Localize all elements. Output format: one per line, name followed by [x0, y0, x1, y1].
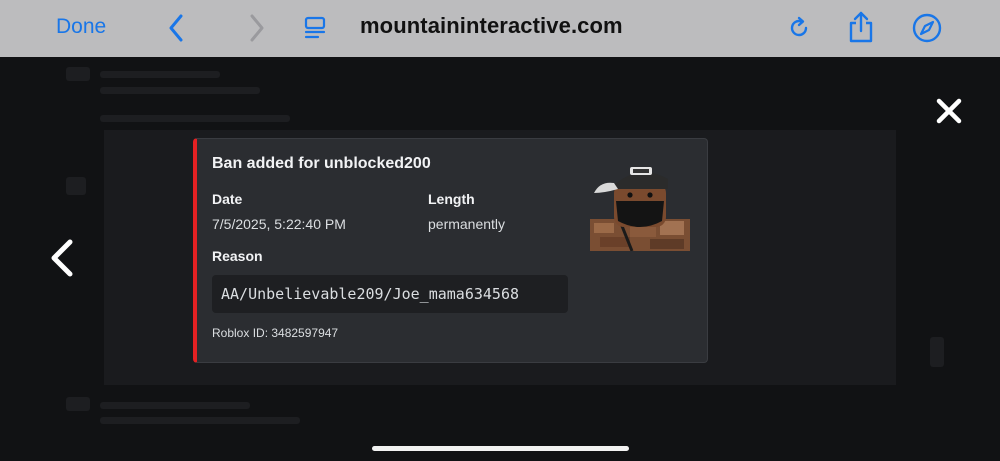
chevron-left-icon [169, 14, 183, 42]
address-bar-url[interactable]: mountaininteractive.com [360, 13, 623, 39]
roblox-avatar-thumbnail[interactable] [590, 159, 690, 251]
embed-footer: Roblox ID: 3482597947 [212, 326, 339, 340]
back-button[interactable] [164, 13, 188, 43]
date-field-name: Date [212, 191, 243, 207]
reload-icon [790, 16, 808, 37]
share-icon [849, 11, 873, 43]
length-field-name: Length [428, 191, 475, 207]
browser-toolbar: Done mountaininteractive.com [0, 0, 1000, 57]
length-field-value: permanently [428, 216, 506, 232]
close-icon [936, 98, 962, 124]
date-field-value: 7/5/2025, 5:22:40 PM [212, 216, 346, 232]
forward-button[interactable] [245, 13, 269, 43]
share-button[interactable] [846, 9, 876, 45]
embed-title: Ban added for unblocked200 [212, 155, 431, 172]
home-indicator[interactable] [372, 446, 629, 451]
ban-embed-card: Ban added for unblocked200 Date 7/5/2025… [193, 138, 708, 363]
compass-button[interactable] [911, 12, 943, 44]
close-lightbox-button[interactable] [930, 92, 968, 130]
chevron-right-icon [250, 14, 264, 42]
reason-field-name: Reason [212, 248, 263, 264]
chevron-left-icon [51, 239, 73, 277]
reader-icon [304, 16, 326, 39]
done-button[interactable]: Done [56, 15, 106, 39]
reason-code-block: AA/Unbelievable209/Joe_mama634568 [212, 275, 568, 313]
reader-button[interactable] [302, 15, 328, 41]
previous-image-button[interactable] [44, 236, 80, 280]
reload-button[interactable] [785, 14, 813, 42]
compass-icon [912, 13, 942, 43]
